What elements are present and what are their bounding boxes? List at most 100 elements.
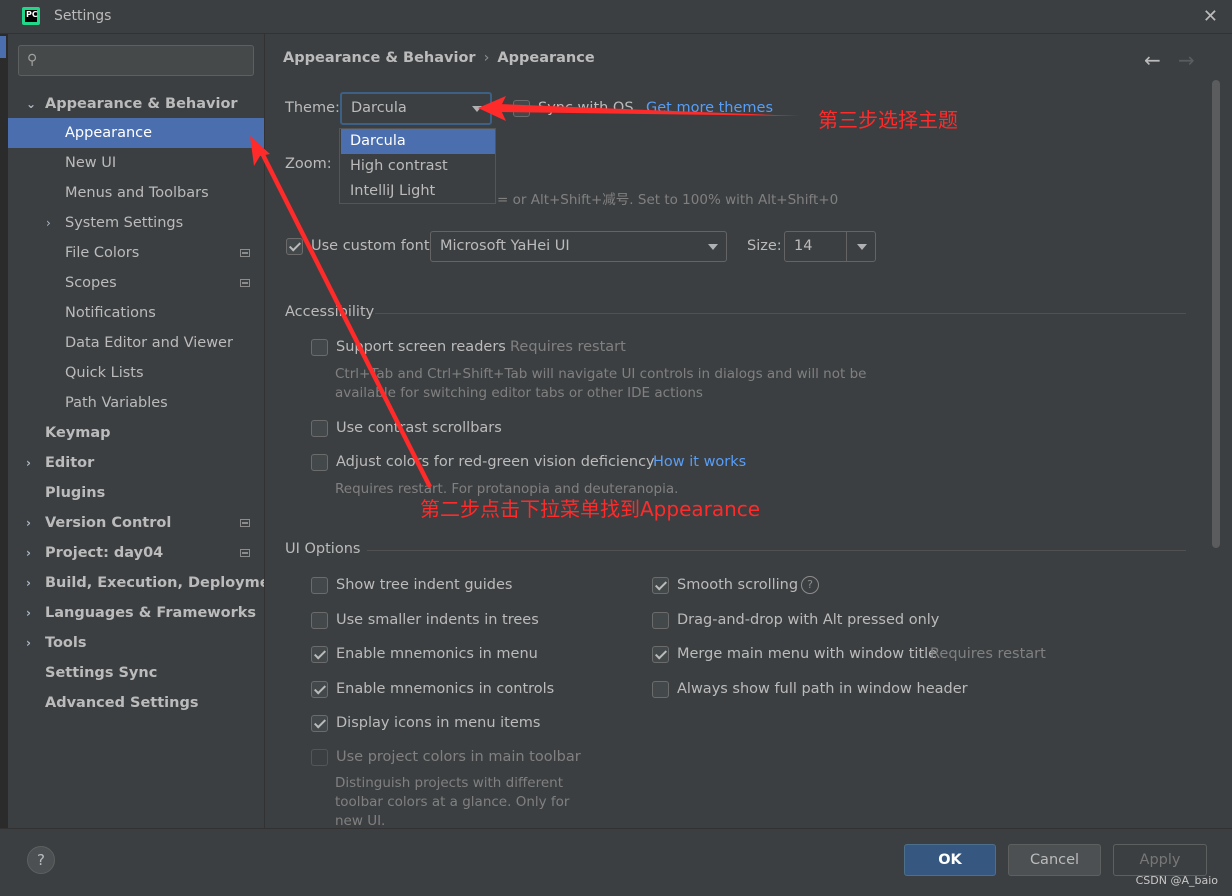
- font-size-value: 14: [794, 238, 813, 254]
- smaller-indents-checkbox[interactable]: [311, 612, 328, 629]
- sync-os-checkbox[interactable]: [513, 100, 530, 117]
- breadcrumb-separator: ›: [483, 50, 490, 66]
- breadcrumb-current: Appearance: [497, 50, 595, 66]
- drag-drop-alt-checkbox[interactable]: [652, 612, 669, 629]
- chevron-down-icon: ⌄: [26, 97, 37, 111]
- screen-readers-desc-2: available for switching editor tabs or o…: [335, 385, 703, 401]
- theme-combobox[interactable]: Darcula: [340, 92, 492, 125]
- mnemonics-controls-checkbox[interactable]: [311, 681, 328, 698]
- sidebar-item-file-colors[interactable]: File Colors: [8, 238, 264, 268]
- tree-indent-guides-checkbox[interactable]: [311, 577, 328, 594]
- settings-window: PC Settings ✕ ⚲ ⌄ Appearance & Behavior …: [0, 0, 1232, 896]
- section-divider: [375, 313, 1186, 314]
- sidebar-item-label: Scopes: [65, 275, 117, 291]
- theme-option-high-contrast[interactable]: High contrast: [341, 154, 495, 179]
- project-colors-desc-3: new UI.: [335, 813, 386, 829]
- smooth-scrolling-label: Smooth scrolling: [677, 577, 799, 593]
- font-value: Microsoft YaHei UI: [440, 238, 570, 254]
- use-custom-font-checkbox[interactable]: [286, 238, 303, 255]
- sidebar-item-build[interactable]: › Build, Execution, Deployment: [8, 568, 287, 598]
- chevron-right-icon: ›: [26, 636, 31, 650]
- sidebar-item-appearance[interactable]: Appearance: [8, 118, 264, 148]
- theme-value: Darcula: [351, 100, 407, 116]
- chevron-right-icon: ›: [26, 576, 31, 590]
- sidebar-item-tools[interactable]: › Tools: [8, 628, 264, 658]
- contrast-scrollbars-checkbox[interactable]: [311, 420, 328, 437]
- font-combobox[interactable]: Microsoft YaHei UI: [430, 231, 727, 262]
- chevron-right-icon: ›: [46, 216, 51, 230]
- zoom-hint: = or Alt+Shift+减号. Set to 100% with Alt+…: [497, 192, 839, 208]
- watermark: CSDN @A_baio: [1135, 874, 1218, 887]
- project-colors-desc-2: toolbar colors at a glance. Only for: [335, 794, 570, 810]
- theme-option-intellij-light[interactable]: IntelliJ Light: [341, 179, 495, 204]
- help-button[interactable]: ?: [27, 846, 55, 874]
- project-colors-checkbox[interactable]: [311, 749, 328, 766]
- sidebar-item-label: New UI: [65, 155, 117, 171]
- sidebar-item-menus-toolbars[interactable]: Menus and Toolbars: [8, 178, 264, 208]
- step3-annotation: 第三步选择主题: [818, 108, 958, 132]
- merge-menu-restart-note: Requires restart: [930, 646, 1046, 662]
- get-more-themes-link[interactable]: Get more themes: [646, 100, 773, 116]
- accessibility-title: Accessibility: [285, 304, 375, 320]
- window-title: Settings: [54, 8, 112, 24]
- title-bar: PC Settings ✕: [0, 0, 1232, 34]
- mnemonics-menu-checkbox[interactable]: [311, 646, 328, 663]
- sidebar-item-path-variables[interactable]: Path Variables: [8, 388, 264, 418]
- how-it-works-link[interactable]: How it works: [653, 454, 746, 470]
- sidebar-item-label: Path Variables: [65, 395, 168, 411]
- apply-button[interactable]: Apply: [1113, 844, 1207, 876]
- sidebar-item-advanced-settings[interactable]: Advanced Settings: [8, 688, 264, 718]
- smooth-scrolling-checkbox[interactable]: [652, 577, 669, 594]
- sidebar-item-scopes[interactable]: Scopes: [8, 268, 264, 298]
- sidebar-item-data-editor[interactable]: Data Editor and Viewer: [8, 328, 264, 358]
- project-level-icon: [240, 519, 250, 527]
- vertical-scrollbar[interactable]: [1212, 80, 1220, 548]
- help-circle-icon[interactable]: ?: [801, 576, 819, 594]
- sidebar-item-label: Advanced Settings: [45, 695, 199, 711]
- font-size-combobox[interactable]: 14: [784, 231, 876, 262]
- search-icon: ⚲: [27, 52, 38, 68]
- dropdown-arrow-icon: [472, 106, 482, 112]
- theme-label: Theme:: [285, 100, 340, 116]
- full-path-header-checkbox[interactable]: [652, 681, 669, 698]
- sidebar-item-label: File Colors: [65, 245, 140, 261]
- sidebar-item-appearance-behavior[interactable]: ⌄ Appearance & Behavior: [8, 89, 264, 119]
- pycharm-app-icon: PC: [22, 7, 40, 25]
- use-custom-font-label: Use custom font:: [311, 238, 435, 254]
- forward-arrow-icon[interactable]: →: [1178, 48, 1195, 72]
- sidebar-item-version-control[interactable]: › Version Control: [8, 508, 264, 538]
- sidebar-item-languages[interactable]: › Languages & Frameworks: [8, 598, 264, 628]
- sidebar-item-project[interactable]: › Project: day04: [8, 538, 264, 568]
- size-label: Size:: [747, 238, 782, 254]
- merge-menu-label: Merge main menu with window title: [677, 646, 938, 662]
- screen-readers-restart-note: Requires restart: [510, 339, 626, 355]
- sidebar-item-plugins[interactable]: Plugins: [8, 478, 264, 508]
- project-colors-label: Use project colors in main toolbar: [336, 749, 581, 765]
- breadcrumb: Appearance & Behavior › Appearance: [283, 50, 595, 66]
- theme-option-darcula[interactable]: Darcula: [341, 129, 495, 154]
- chevron-right-icon: ›: [26, 456, 31, 470]
- close-icon[interactable]: ✕: [1203, 6, 1218, 27]
- sidebar-item-quick-lists[interactable]: Quick Lists: [8, 358, 264, 388]
- sidebar-item-label: Settings Sync: [45, 665, 158, 681]
- cancel-button[interactable]: Cancel: [1008, 844, 1101, 876]
- ok-button[interactable]: OK: [904, 844, 996, 876]
- sidebar-item-settings-sync[interactable]: Settings Sync: [8, 658, 264, 688]
- back-arrow-icon[interactable]: ←: [1144, 48, 1161, 72]
- sidebar-item-new-ui[interactable]: New UI: [8, 148, 264, 178]
- sidebar-item-label: Project: day04: [45, 545, 164, 561]
- merge-menu-checkbox[interactable]: [652, 646, 669, 663]
- smaller-indents-label: Use smaller indents in trees: [336, 612, 539, 628]
- sidebar-item-system-settings[interactable]: › System Settings: [8, 208, 264, 238]
- adjust-colors-checkbox[interactable]: [311, 454, 328, 471]
- breadcrumb-parent[interactable]: Appearance & Behavior: [283, 50, 476, 66]
- search-input[interactable]: ⚲: [18, 45, 254, 76]
- sidebar-item-editor[interactable]: › Editor: [8, 448, 264, 478]
- mnemonics-controls-label: Enable mnemonics in controls: [336, 681, 555, 697]
- sidebar-item-label: Menus and Toolbars: [65, 185, 209, 201]
- sidebar-item-notifications[interactable]: Notifications: [8, 298, 264, 328]
- chevron-right-icon: ›: [26, 546, 31, 560]
- screen-readers-checkbox[interactable]: [311, 339, 328, 356]
- sidebar-item-keymap[interactable]: Keymap: [8, 418, 264, 448]
- menu-icons-checkbox[interactable]: [311, 715, 328, 732]
